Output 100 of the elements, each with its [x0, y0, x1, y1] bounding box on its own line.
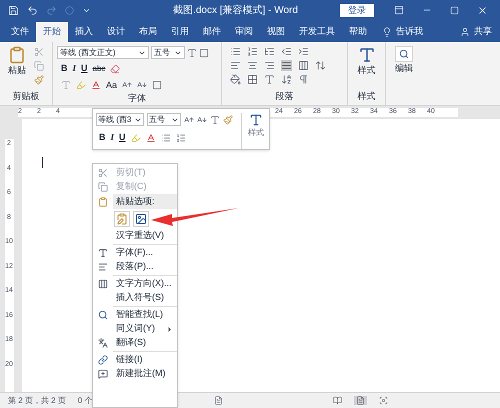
- menu-item[interactable]: 文字方向(X)...: [113, 277, 177, 291]
- menu-item[interactable]: 智能查找(L): [113, 308, 177, 322]
- picture-paste-icon[interactable]: [133, 211, 149, 227]
- group-label: 样式: [358, 90, 376, 102]
- font-color-icon[interactable]: [91, 80, 101, 90]
- submenu-arrow-icon: [166, 326, 173, 332]
- page-count: 第 2 页，共 2 页: [8, 394, 66, 406]
- ribbon-tab[interactable]: 布局: [132, 22, 164, 42]
- menu-item[interactable]: 新建批注(M): [113, 367, 177, 381]
- close-icon[interactable]: [477, 4, 488, 16]
- bold-button[interactable]: B: [61, 62, 68, 76]
- search-icon: [399, 49, 409, 59]
- share-label: 共享: [474, 25, 492, 38]
- eraser-icon[interactable]: [110, 64, 120, 74]
- ribbon-tab[interactable]: 引用: [164, 22, 196, 42]
- copy-icon: [98, 182, 108, 192]
- decrease-indent-icon[interactable]: [281, 46, 292, 57]
- italic-button[interactable]: I: [72, 62, 76, 76]
- window-title: 截图.docx [兼容模式] - Word: [173, 4, 298, 18]
- ribbon-tab[interactable]: 邮件: [196, 22, 228, 42]
- shrink-font-icon[interactable]: [197, 114, 207, 124]
- print-layout-icon[interactable]: [356, 396, 366, 405]
- font-icon: [98, 248, 108, 258]
- clipboard-icon: [8, 46, 26, 64]
- font-name-field[interactable]: 等线 (西3: [96, 113, 144, 126]
- menu-item[interactable]: 汉字重选(V): [113, 229, 177, 243]
- save-icon[interactable]: [8, 4, 19, 16]
- borders-icon[interactable]: [247, 74, 258, 85]
- pilcrow-icon[interactable]: [298, 74, 309, 85]
- clipboard-icon: [98, 196, 108, 206]
- line-spacing-icon[interactable]: [315, 60, 326, 71]
- distributed-icon[interactable]: [298, 60, 309, 71]
- styles-icon: [249, 113, 263, 127]
- ribbon-tab[interactable]: 插入: [68, 22, 100, 42]
- menu-item[interactable]: 字体(F)...: [113, 246, 177, 260]
- undo-icon[interactable]: [27, 4, 38, 16]
- ribbon-display-icon[interactable]: [394, 5, 404, 15]
- ribbon-tab[interactable]: 开始: [36, 22, 68, 42]
- underline-button[interactable]: U: [119, 131, 126, 144]
- shading-icon[interactable]: [230, 74, 241, 85]
- align-center-icon[interactable]: [247, 60, 258, 71]
- read-mode-icon[interactable]: [333, 396, 342, 405]
- character-shading-icon[interactable]: [152, 80, 162, 90]
- person-icon[interactable]: [460, 27, 470, 37]
- comment-icon: [98, 369, 108, 379]
- numbering-icon[interactable]: [176, 132, 186, 143]
- font-size-field[interactable]: 五号: [147, 113, 181, 126]
- proofing-icon[interactable]: [214, 396, 224, 405]
- scissors-icon: [98, 168, 108, 178]
- styles-button[interactable]: 样式: [358, 46, 376, 78]
- search-icon: [98, 310, 108, 320]
- menu-item[interactable]: 插入符号(S): [113, 291, 177, 305]
- ribbon-tab[interactable]: 文件: [4, 22, 36, 42]
- italic-button[interactable]: I: [110, 131, 114, 144]
- grow-font-icon[interactable]: [184, 114, 194, 124]
- align-left-icon[interactable]: [230, 60, 241, 71]
- underline-button[interactable]: U: [81, 62, 88, 76]
- web-layout-icon[interactable]: [379, 396, 388, 405]
- increase-indent-icon[interactable]: [298, 46, 309, 57]
- paragraph-icon: [98, 262, 108, 272]
- text-direction-icon: [98, 279, 108, 289]
- text-cursor: [42, 157, 43, 168]
- phonetic-guide-icon[interactable]: [210, 114, 220, 124]
- ribbon-tab[interactable]: 开发工具: [292, 22, 342, 42]
- strikethrough-button[interactable]: abc: [92, 62, 106, 75]
- group-label: 字体: [127, 92, 147, 105]
- link-icon: [98, 355, 108, 365]
- word-count: 0 个: [78, 394, 92, 406]
- menu-item[interactable]: 翻译(S): [113, 336, 177, 350]
- keep-formatting-paste-icon[interactable]: [114, 211, 130, 227]
- ribbon-tab[interactable]: 审阅: [228, 22, 260, 42]
- format-painter-icon[interactable]: [34, 75, 44, 85]
- styles-icon: [358, 46, 376, 64]
- ribbon-tab[interactable]: 设计: [100, 22, 132, 42]
- ribbon-tab[interactable]: 帮助: [342, 22, 374, 42]
- menu-item[interactable]: 同义词(Y): [113, 322, 177, 336]
- font-color-icon[interactable]: [146, 132, 156, 143]
- maximize-icon[interactable]: [450, 6, 459, 14]
- sort-icon[interactable]: [281, 74, 292, 85]
- login-button[interactable]: 登录: [340, 4, 374, 16]
- menu-item[interactable]: 段落(P)...: [113, 260, 177, 274]
- change-case-button[interactable]: Aa: [106, 78, 118, 92]
- multilevel-list-icon[interactable]: [264, 46, 275, 57]
- tell-me-label: 告诉我: [396, 25, 423, 38]
- font-name-field[interactable]: 等线 (西文正文): [57, 46, 149, 59]
- phonetic-guide-icon[interactable]: [187, 48, 197, 58]
- character-border-icon[interactable]: [199, 48, 209, 58]
- align-right-icon[interactable]: [264, 60, 275, 71]
- menu-item[interactable]: 链接(I): [113, 353, 177, 367]
- numbering-icon[interactable]: [247, 46, 258, 57]
- asian-layout-icon[interactable]: [264, 74, 275, 85]
- bold-button[interactable]: B: [99, 131, 106, 144]
- justify-icon[interactable]: [281, 60, 292, 71]
- font-size-field[interactable]: 五号: [151, 46, 185, 59]
- group-label: 段落: [274, 90, 294, 102]
- lightbulb-icon[interactable]: [382, 27, 392, 37]
- ribbon-tab[interactable]: 视图: [260, 22, 292, 42]
- group-label: 剪贴板: [12, 90, 40, 102]
- menu-header: 粘贴选项:: [113, 194, 177, 209]
- paste-button[interactable]: 粘贴: [4, 46, 30, 90]
